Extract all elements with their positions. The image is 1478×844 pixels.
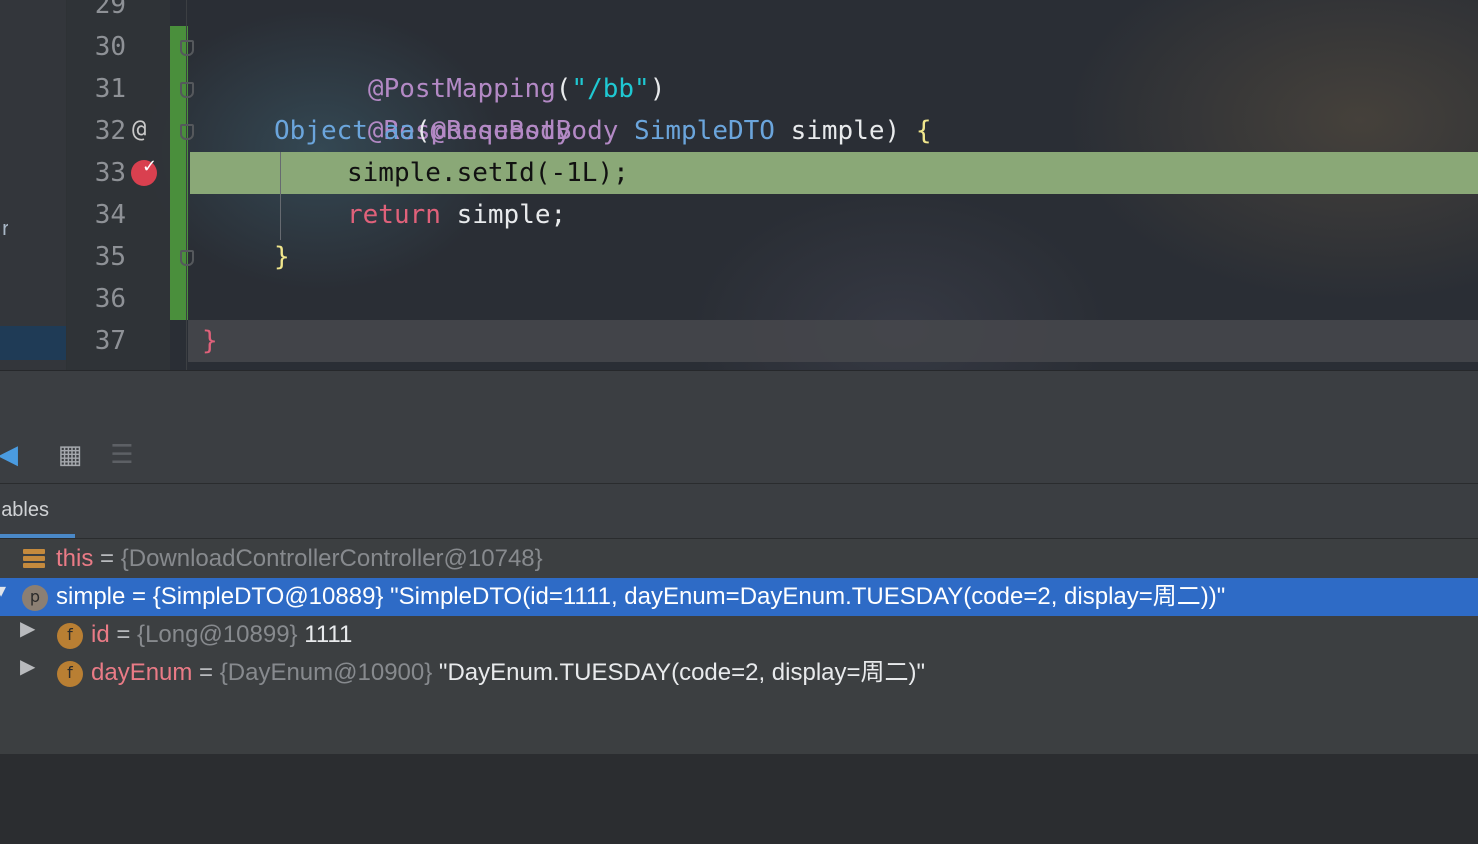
method-name: aa [383,116,415,146]
line-number[interactable]: 35 [66,236,126,278]
code-line-33-execution-point[interactable]: simple.setId(-1L); [190,152,1478,194]
variable-value: "DayEnum.TUESDAY(code=2, display=周二)" [432,659,926,686]
annotation: @RequestBody [430,116,619,146]
variable-row-id[interactable]: ▶ f id = {Long@10899} 1111 [0,616,1478,654]
line-number[interactable]: 34 [66,194,126,236]
code-line-30[interactable]: @PostMapping("/bb") [190,26,1478,104]
object-stack-icon [23,549,45,569]
line-number[interactable]: 29 [66,0,126,26]
request-mapping-gutter-icon[interactable]: @ [132,115,146,143]
variable-row-this[interactable]: this = {DownloadControllerController@107… [0,540,1478,578]
field-icon: f [57,661,83,687]
variables-tree[interactable]: this = {DownloadControllerController@107… [0,539,1478,754]
variable-value: "SimpleDTO(id=1111, dayEnum=DayEnum.TUES… [383,583,1226,610]
variable-name: dayEnum [91,659,193,686]
calculator-icon[interactable]: ▦ [56,441,84,469]
project-tree-text-fragment: r [0,216,8,240]
brace: } [202,326,218,356]
tab-variables[interactable]: ables [0,484,75,538]
tab-variables-label: ables [1,499,49,521]
line-number[interactable]: 36 [66,278,126,320]
project-tree-selection[interactable] [0,326,66,360]
variable-equals: = [125,583,153,610]
line-number[interactable]: 33 [66,152,126,194]
param-type: SimpleDTO [634,116,775,146]
line-number[interactable]: 37 [66,320,126,362]
collapse-arrow-icon[interactable]: ▾ [0,578,16,602]
statement: simple; [456,200,567,230]
line-number[interactable]: 32 [66,110,126,152]
statement: simple.setId(-1L); [347,158,629,188]
paren: ( [414,116,431,146]
variable-name: this [56,545,94,572]
return-type: Object [274,116,368,146]
variable-equals: = [93,545,121,572]
evaluate-expression-icon[interactable]: ◀ [0,441,22,469]
restore-layout-icon[interactable]: ☰ [108,441,136,469]
field-icon: f [57,623,83,649]
variable-row-dayEnum[interactable]: ▶ f dayEnum = {DayEnum@10900} "DayEnum.T… [0,654,1478,692]
variable-type: {DayEnum@10900} [219,659,433,686]
variable-name: id [91,621,110,648]
indent-guide [280,152,281,240]
variable-equals: = [192,659,220,686]
code-line-31[interactable]: @ResponseBody [190,68,1478,146]
line-number[interactable]: 31 [66,68,126,110]
paren: ) [884,116,901,146]
variable-name: simple [56,583,126,610]
code-editor[interactable]: r 29 30 31 32 33 34 35 36 37 @ ✓ @PostMa… [0,0,1478,370]
keyword: return [347,200,441,230]
debug-toolbar: ◀ ▦ ☰ [0,429,1478,484]
parameter-icon: p [22,585,48,611]
variable-equals: = [109,621,138,648]
brace: } [274,242,290,272]
variable-type: {Long@10899} [137,621,298,648]
brace: { [915,116,932,146]
code-line-34[interactable]: return simple; [190,194,1478,236]
code-line-37-caret[interactable]: } [188,320,1478,362]
variable-type: {SimpleDTO@10889} [152,583,384,610]
variable-value: 1111 [297,621,353,648]
param-name: simple [790,116,885,146]
breakpoint-icon[interactable]: ✓ [131,156,157,186]
line-number[interactable]: 30 [66,26,126,68]
debug-panel-header[interactable] [0,370,1478,430]
code-line-35[interactable]: } [190,236,1478,278]
code-line-32[interactable]: Object aa(@RequestBody SimpleDTO simple)… [190,110,1478,152]
expand-arrow-icon[interactable]: ▶ [20,616,40,640]
project-tool-window-edge[interactable]: r [0,0,67,370]
expand-arrow-icon[interactable]: ▶ [20,654,40,678]
debug-tabbar: ables [0,484,1478,539]
variable-type: {DownloadControllerController@10748} [120,545,543,572]
variable-row-simple[interactable]: ▾ p simple = {SimpleDTO@10889} "SimpleDT… [0,578,1478,616]
